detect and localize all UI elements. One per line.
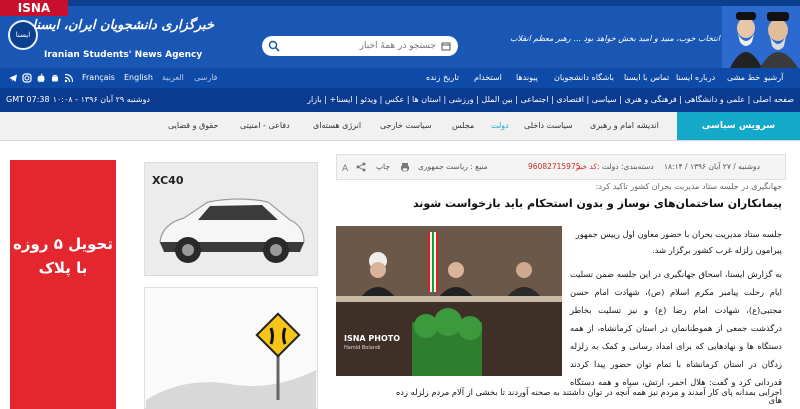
lang-english-link[interactable]: English	[124, 68, 153, 88]
meeting-photo-image	[336, 226, 562, 376]
ad-red-text: تحویل ۵ روزه با پلاک	[13, 235, 113, 277]
article-date: دوشنبه / ۲۷ آبان ۱۳۹۶ / ۱۸:۱۴	[664, 162, 760, 171]
current-date: دوشنبه ۲۹ آبان ۱۳۹۶ - ۱۰:۰۸	[52, 95, 150, 104]
car-image	[159, 198, 305, 263]
ad-car-label: XC40	[152, 174, 184, 187]
search-input[interactable]	[300, 36, 436, 56]
nav-contact[interactable]: تماس با ایسنا	[624, 68, 669, 88]
lang-persian-link[interactable]: فارسی	[194, 68, 218, 88]
instagram-icon[interactable]	[22, 73, 32, 83]
nav-jobs[interactable]: استخدام	[474, 68, 502, 88]
site-title-fa[interactable]: خبرگزاری دانشجویان ایران، ایسنا	[33, 18, 214, 33]
news-code: 96082715975	[528, 162, 581, 171]
header-top-strip	[0, 0, 800, 6]
nav-policy[interactable]: خط مشی	[727, 68, 760, 88]
lang-arabic-link[interactable]: العربية	[162, 68, 184, 88]
telegram-icon[interactable]	[8, 73, 18, 83]
nav-students-club[interactable]: باشگاه دانشجویان	[554, 68, 614, 88]
leader-quote: انتخاب خوب، منید و امید بخش خواهد بود ..…	[509, 34, 720, 43]
article-headline[interactable]: پیمانکاران ساختمان‌های نوساز و بدون استح…	[340, 197, 782, 210]
article-photo[interactable]: ISNA PHOTO Hamid Bolandi	[336, 226, 562, 376]
nav-links[interactable]: پیوندها	[516, 68, 538, 88]
subnav-parliament[interactable]: مجلس	[452, 112, 474, 140]
nav-live-date[interactable]: تاریخ زنده	[426, 68, 459, 88]
subnav-leader-thought[interactable]: اندیشه امام و رهبری	[590, 112, 659, 140]
svg-text:A: A	[342, 164, 349, 172]
android-icon[interactable]	[50, 73, 60, 83]
subnav-domestic-politics[interactable]: سیاست داخلی	[524, 112, 573, 140]
lang-french-link[interactable]: Français	[82, 68, 115, 88]
isna-badge[interactable]: ISNA	[0, 0, 68, 16]
font-size-icon[interactable]: A	[342, 162, 352, 172]
print-icon[interactable]	[400, 162, 410, 172]
search-icon[interactable]	[268, 40, 280, 52]
nav-archive[interactable]: آرشیو	[764, 68, 783, 88]
article-source: منبع : ریاست جمهوری	[418, 162, 488, 171]
service-title[interactable]: سرویس سیاسی	[677, 112, 800, 140]
subnav-judicial[interactable]: حقوق و قضایی	[168, 112, 218, 140]
article-kicker: جهانگیری در جلسه ستاد مدیریت بحران کشور …	[595, 182, 782, 191]
rss-icon[interactable]	[64, 73, 74, 83]
share-icon[interactable]	[356, 162, 366, 172]
apple-icon[interactable]	[36, 73, 46, 83]
subnav-defense[interactable]: دفاعی - امنیتی	[240, 112, 290, 140]
road-sign-image	[146, 312, 316, 409]
category-links[interactable]: صفحه اصلی | علمی و دانشگاهی | فرهنگی و ه…	[290, 88, 794, 112]
article-body-continued: اجرایی بمدانه پای کار آمدند و مردم نیز ه…	[395, 387, 782, 397]
subnav-foreign-policy[interactable]: سیاست خارجی	[380, 112, 432, 140]
site-title-en: Iranian Students' News Agency	[44, 50, 203, 60]
subnav-government-active[interactable]: دولت	[491, 112, 509, 140]
ad-banner-red[interactable]	[10, 160, 116, 409]
leaders-portrait-image	[722, 6, 800, 68]
gmt-time: GMT 07:38	[6, 95, 50, 104]
photo-credit: ISNA PHOTO	[344, 334, 401, 343]
photo-credit-sub: Hamid Bolandi	[344, 345, 381, 351]
calendar-icon	[441, 42, 451, 51]
subnav-nuclear[interactable]: انرژی هسته‌ای	[313, 112, 361, 140]
nav-about[interactable]: درباره ایسنا	[676, 68, 715, 88]
article-lead: جلسه ستاد مدیریت بحران با حضور معاون اول…	[575, 229, 782, 255]
print-button[interactable]: چاپ	[376, 154, 390, 180]
article-section[interactable]: دسته‌بندی: دولت	[602, 154, 654, 180]
